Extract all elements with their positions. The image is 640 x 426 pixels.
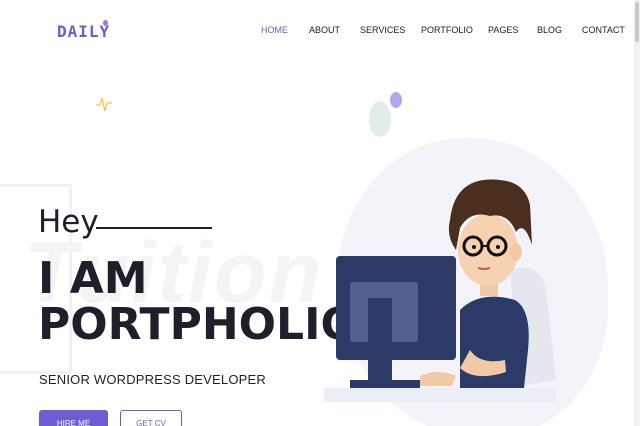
desk-shape xyxy=(324,388,556,402)
get-cv-button[interactable]: GET CV xyxy=(120,410,182,426)
hero-greeting: Hey xyxy=(38,204,99,240)
hand-shape xyxy=(420,372,456,386)
nav-item-portfolio[interactable]: PORTFOLIO xyxy=(421,25,473,35)
developer-illustration xyxy=(324,179,556,402)
nav-item-blog[interactable]: BLOG xyxy=(537,25,562,35)
ear-shape xyxy=(510,243,522,261)
nav-item-pages[interactable]: PAGES xyxy=(488,25,518,35)
hire-me-button[interactable]: HIRE ME xyxy=(39,410,108,426)
hero-title-line2: PORTPHOLIO xyxy=(38,299,358,350)
nav-item-about[interactable]: ABOUT xyxy=(309,25,340,35)
scrollbar[interactable] xyxy=(634,0,640,426)
decor-bubble xyxy=(369,101,391,137)
nav-item-contact[interactable]: CONTACT xyxy=(582,25,625,35)
greeting-underline xyxy=(96,227,212,229)
scrollbar-thumb[interactable] xyxy=(635,2,639,42)
main-nav: HOME ABOUT SERVICES PORTFOLIO PAGES BLOG… xyxy=(0,25,640,39)
nav-item-services[interactable]: SERVICES xyxy=(360,25,405,35)
nav-item-home[interactable]: HOME xyxy=(261,25,288,35)
decor-bubble xyxy=(390,92,402,108)
hero-title-line1: I AM xyxy=(38,253,148,304)
pulse-icon xyxy=(96,97,112,112)
hero-subtitle: SENIOR WORDPRESS DEVELOPER xyxy=(39,372,266,387)
